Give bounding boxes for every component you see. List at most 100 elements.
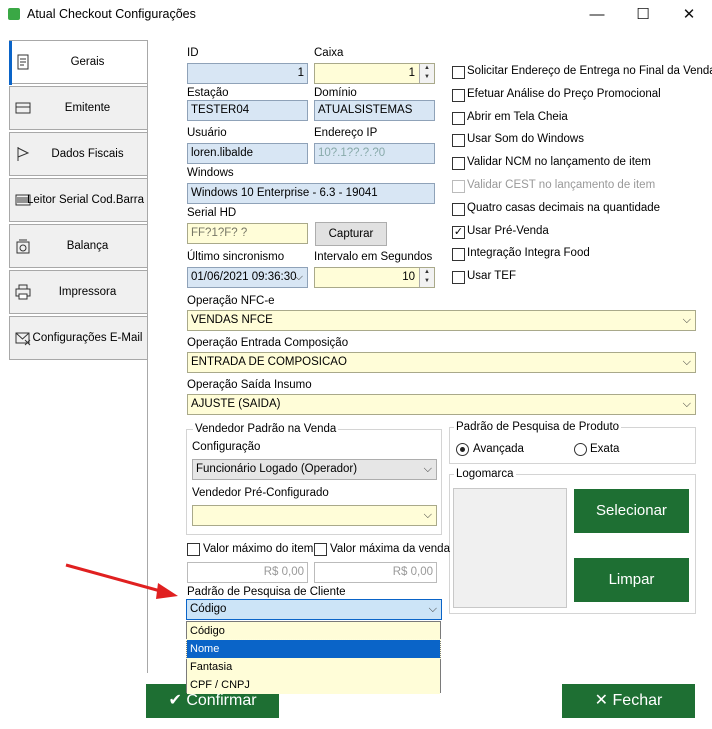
minimize-button[interactable]: — xyxy=(574,0,620,30)
option-checkbox-label: Integração Integra Food xyxy=(467,247,590,259)
windows-label: Windows xyxy=(187,167,234,179)
tab-label: Impressora xyxy=(58,286,117,298)
option-checkbox-label: Validar CEST no lançamento de item xyxy=(467,179,656,191)
intervalo-spinner[interactable]: ▲ ▼ xyxy=(419,268,434,287)
annotation-arrow-icon xyxy=(65,563,178,599)
option-cpf-cnpj[interactable]: CPF / CNPJ xyxy=(187,676,440,694)
option-checkbox-label: Usar Som do Windows xyxy=(467,133,584,145)
tab-label: Leitor Serial Cod.Barra xyxy=(27,194,144,206)
operacao-entrada-select[interactable]: ENTRADA DE COMPOSICAO ⌵ xyxy=(187,352,696,373)
dominio-label: Domínio xyxy=(314,87,357,99)
operacao-saida-label: Operação Saída Insumo xyxy=(187,379,312,391)
option-checkbox[interactable] xyxy=(452,89,465,102)
option-codigo[interactable]: Código xyxy=(187,622,440,640)
pesquisa-cliente-label: Padrão de Pesquisa de Cliente xyxy=(187,586,346,598)
option-checkbox xyxy=(452,180,465,193)
app-icon xyxy=(8,8,20,20)
option-checkbox[interactable] xyxy=(452,157,465,170)
max-venda-label: Valor máxima da venda xyxy=(330,543,450,555)
tab-emitente[interactable]: Emitente xyxy=(9,86,148,130)
intervalo-label: Intervalo em Segundos xyxy=(314,251,433,263)
option-nome[interactable]: Nome xyxy=(186,639,441,659)
operacao-nfce-label: Operação NFC-e xyxy=(187,295,275,307)
option-checkbox[interactable] xyxy=(452,112,465,125)
usuario-field[interactable]: loren.libalde xyxy=(187,143,308,164)
chevron-down-icon[interactable]: ⌵ xyxy=(424,460,432,479)
max-venda-field[interactable]: R$ 0,00 xyxy=(314,562,437,583)
operacao-nfce-select[interactable]: VENDAS NFCE ⌵ xyxy=(187,310,696,331)
radio-avancada[interactable] xyxy=(456,443,469,456)
configuracao-select[interactable]: Funcionário Logado (Operador) ⌵ xyxy=(192,459,437,480)
tab-dados-fiscais[interactable]: Dados Fiscais xyxy=(9,132,148,176)
option-checkbox-label: Abrir em Tela Cheia xyxy=(467,111,568,123)
ultimo-sincronismo-label: Último sincronismo xyxy=(187,251,285,263)
option-checkbox-label: Usar TEF xyxy=(467,270,516,282)
option-checkbox[interactable] xyxy=(452,134,465,147)
chevron-down-icon[interactable]: ⌵ xyxy=(295,268,303,287)
caixa-label: Caixa xyxy=(314,47,344,59)
endereco-ip-field[interactable]: 10?.1??.?.?0 xyxy=(314,143,435,164)
option-checkbox[interactable] xyxy=(452,271,465,284)
configuracao-label: Configuração xyxy=(192,441,261,453)
tab-impressora[interactable]: Impressora xyxy=(9,270,148,314)
max-item-field[interactable]: R$ 0,00 xyxy=(187,562,308,583)
ultimo-sincronismo-field[interactable]: 01/06/2021 09:36:30 ⌵ xyxy=(187,267,308,288)
option-checkbox[interactable] xyxy=(452,248,465,261)
tab-label: Dados Fiscais xyxy=(51,148,124,160)
pesquisa-cliente-select[interactable]: Código ⌵ xyxy=(186,599,442,620)
tab-configuracoes-email[interactable]: Configurações E-Mail xyxy=(9,316,148,360)
id-field[interactable]: 1 xyxy=(187,63,308,84)
chevron-down-icon[interactable]: ⌵ xyxy=(683,311,691,330)
option-checkbox-label: Quatro casas decimais na quantidade xyxy=(467,202,661,214)
radio-exata[interactable] xyxy=(574,443,587,456)
logo-preview xyxy=(453,488,567,608)
endereco-ip-label: Endereço IP xyxy=(314,127,378,139)
dominio-field[interactable]: ATUALSISTEMAS xyxy=(314,100,435,121)
chevron-down-icon[interactable]: ⌵ xyxy=(683,395,691,414)
configuracao-value: Funcionário Logado (Operador) xyxy=(196,463,358,475)
tab-label: Gerais xyxy=(70,56,105,68)
tab-balanca[interactable]: Balança xyxy=(9,224,148,268)
option-checkbox[interactable] xyxy=(452,66,465,79)
option-checkbox[interactable]: ✓ xyxy=(452,226,465,239)
id-label: ID xyxy=(187,47,199,59)
windows-field[interactable]: Windows 10 Enterprise - 6.3 - 19041 xyxy=(187,183,435,204)
tab-gerais[interactable]: Gerais xyxy=(9,40,148,84)
intervalo-value: 10 xyxy=(402,271,415,283)
caixa-value: 1 xyxy=(408,67,415,79)
limpar-button[interactable]: Limpar xyxy=(574,558,689,602)
maximize-button[interactable]: ☐ xyxy=(620,0,666,30)
vendedor-preconfig-select[interactable]: ⌵ xyxy=(192,505,437,526)
option-fantasia[interactable]: Fantasia xyxy=(187,658,440,676)
serial-hd-label: Serial HD xyxy=(187,207,237,219)
max-item-label: Valor máximo do item xyxy=(203,543,314,555)
estacao-field[interactable]: TESTER04 xyxy=(187,100,308,121)
caixa-spinner[interactable]: ▲ ▼ xyxy=(419,64,434,83)
radio-exata-label: Exata xyxy=(590,443,620,455)
chevron-down-icon[interactable]: ⌵ xyxy=(424,506,432,525)
operacao-entrada-label: Operação Entrada Composição xyxy=(187,337,349,349)
capturar-button[interactable]: Capturar xyxy=(315,222,387,246)
operacao-nfce-value: VENDAS NFCE xyxy=(191,314,273,326)
option-checkbox-label: Efetuar Análise do Preço Promocional xyxy=(467,88,661,100)
check-icon: ✔ xyxy=(168,692,182,709)
window-title: Atual Checkout Configurações xyxy=(27,7,196,21)
confirmar-label: Confirmar xyxy=(186,692,257,709)
tab-leitor-serial[interactable]: Leitor Serial Cod.Barra xyxy=(9,178,148,222)
chevron-down-icon[interactable]: ⌵ xyxy=(683,353,691,372)
caixa-field[interactable]: 1 ▲ ▼ xyxy=(314,63,435,84)
vendedor-preconfig-label: Vendedor Pré-Configurado xyxy=(192,487,329,499)
fechar-button[interactable]: ✕ Fechar xyxy=(562,684,695,718)
option-checkbox[interactable] xyxy=(452,203,465,216)
close-button[interactable]: ✕ xyxy=(666,0,712,30)
fechar-label: Fechar xyxy=(612,692,663,709)
chevron-down-icon[interactable]: ⌵ xyxy=(429,600,437,619)
selecionar-button[interactable]: Selecionar xyxy=(574,489,689,533)
max-venda-checkbox[interactable] xyxy=(314,543,327,556)
option-checkbox-label: Validar NCM no lançamento de item xyxy=(467,156,651,168)
active-tab-indicator xyxy=(9,41,12,85)
serial-hd-field[interactable]: FF?1?F? ? xyxy=(187,223,308,244)
intervalo-field[interactable]: 10 ▲ ▼ xyxy=(314,267,435,288)
operacao-saida-select[interactable]: AJUSTE (SAIDA) ⌵ xyxy=(187,394,696,415)
option-checkbox-label: Solicitar Endereço de Entrega no Final d… xyxy=(467,65,712,77)
